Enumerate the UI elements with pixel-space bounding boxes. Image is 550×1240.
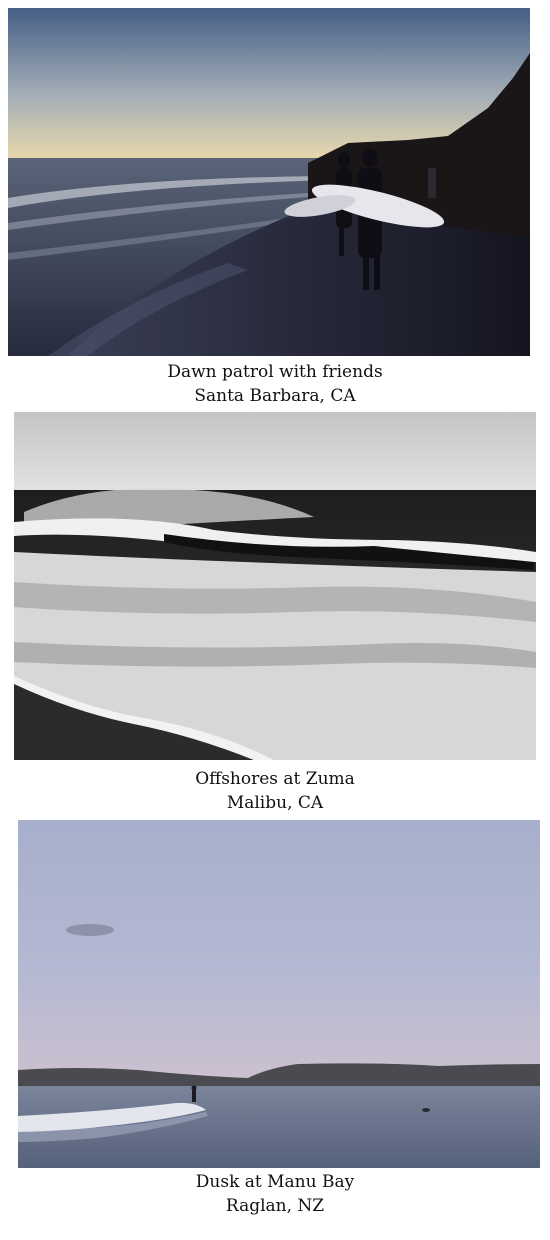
caption-title: Offshores at Zuma [195, 769, 355, 789]
caption-dusk-manu-bay: Dusk at Manu Bay Raglan, NZ [0, 1170, 550, 1218]
photo-dusk-manu-bay-image [18, 820, 540, 1168]
photo-offshores-zuma-image [14, 412, 536, 760]
photo-dawn-patrol-image [8, 8, 530, 356]
caption-title: Dawn patrol with friends [167, 362, 383, 382]
photo-dusk-manu-bay [18, 820, 540, 1168]
caption-location: Raglan, NZ [225, 1196, 325, 1216]
caption-dawn-patrol: Dawn patrol with friends Santa Barbara, … [0, 360, 550, 408]
caption-location: Santa Barbara, CA [194, 386, 356, 406]
photo-offshores-zuma [14, 412, 536, 760]
caption-location: Malibu, CA [226, 793, 324, 813]
photo-dawn-patrol [8, 8, 530, 356]
caption-offshores-zuma: Offshores at Zuma Malibu, CA [0, 767, 550, 815]
caption-title: Dusk at Manu Bay [195, 1172, 355, 1192]
